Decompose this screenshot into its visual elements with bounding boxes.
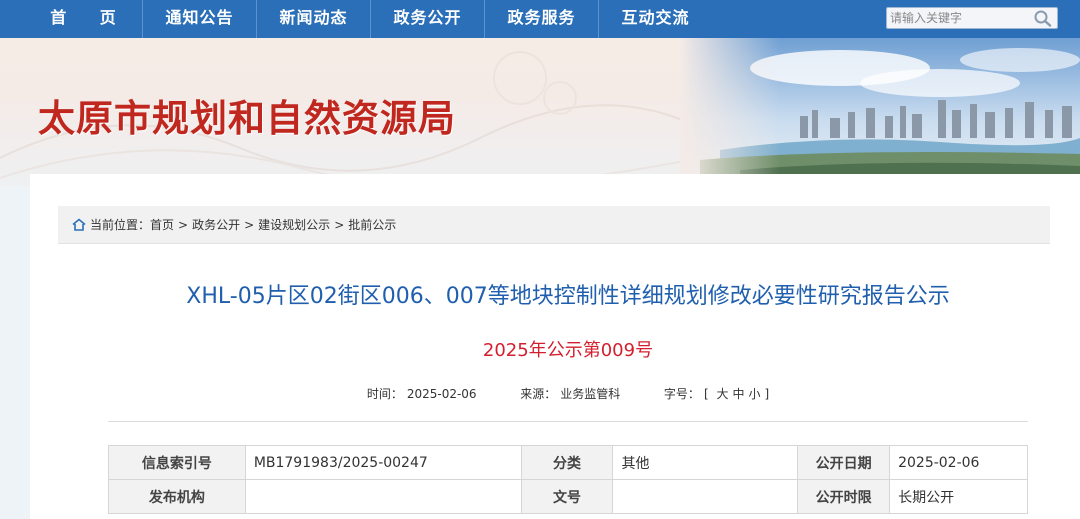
site-title: 太原市规划和自然资源局 — [38, 96, 456, 140]
breadcrumb-item-gov-affairs-open[interactable]: 政务公开 — [192, 206, 240, 244]
nav-item-home[interactable]: 首 页 — [28, 0, 142, 38]
site-banner: 太原市规划和自然资源局 — [0, 38, 1080, 186]
breadcrumb-separator: > — [178, 217, 189, 232]
table-cell-value: 2025-02-06 — [889, 445, 1028, 480]
table-cell-value — [244, 479, 522, 514]
nav-menu: 首 页 通知公告 新闻动态 政务公开 政务服务 互动交流 — [28, 0, 712, 38]
nav-item-gov-affairs-open[interactable]: 政务公开 — [370, 0, 484, 38]
publish-time: 2025-02-06 — [406, 387, 477, 401]
divider — [108, 421, 1028, 422]
breadcrumb-item-pre-approval[interactable]: 批前公示 — [348, 206, 396, 244]
info-table: 信息索引号 MB1791983/2025-00247 分类 其他 公开日期 20… — [108, 445, 1028, 514]
time-label: 时间： — [366, 387, 403, 401]
source-value: 业务监管科 — [560, 387, 621, 401]
breadcrumb-separator: > — [334, 217, 345, 232]
nav-item-interaction[interactable]: 互动交流 — [598, 0, 712, 38]
table-cell-value: 其他 — [612, 445, 799, 480]
table-cell-label: 分类 — [520, 445, 614, 480]
table-cell-value: MB1791983/2025-00247 — [244, 445, 522, 480]
search-box — [886, 7, 1058, 29]
document-number: 2025年公示第009号 — [482, 340, 654, 361]
table-cell-value: 长期公开 — [889, 479, 1028, 514]
table-cell-label: 发布机构 — [108, 479, 246, 514]
bracket-close: ] — [764, 387, 770, 401]
breadcrumb-item-home[interactable]: 首页 — [150, 206, 174, 244]
top-navigation-bar: 首 页 通知公告 新闻动态 政务公开 政务服务 互动交流 — [0, 0, 1080, 38]
search-input[interactable] — [887, 8, 1033, 28]
nav-item-notices[interactable]: 通知公告 — [142, 0, 256, 38]
table-cell-label: 公开时限 — [797, 479, 891, 514]
font-size-medium-button[interactable]: 中 — [732, 387, 744, 401]
breadcrumb-item-construction-planning[interactable]: 建设规划公示 — [258, 206, 330, 244]
bracket-open: [ — [703, 387, 709, 401]
nav-item-news[interactable]: 新闻动态 — [256, 0, 370, 38]
breadcrumb: 当前位置： 首页 > 政务公开 > 建设规划公示 > 批前公示 — [58, 206, 1050, 244]
breadcrumb-prefix: 当前位置： — [90, 217, 151, 232]
content-card: 当前位置： 首页 > 政务公开 > 建设规划公示 > 批前公示 XHL-05片区… — [30, 174, 1080, 519]
table-cell-label: 信息索引号 — [108, 445, 246, 480]
table-row: 发布机构 文号 公开时限 长期公开 — [108, 479, 1028, 514]
breadcrumb-separator: > — [244, 217, 255, 232]
table-cell-label: 文号 — [520, 479, 614, 514]
table-cell-label: 公开日期 — [797, 445, 891, 480]
article-title: XHL-05片区02街区006、007等地块控制性详细规划修改必要性研究报告公示 — [186, 284, 950, 309]
font-size-large-button[interactable]: 大 — [716, 387, 728, 401]
font-size-label: 字号： — [663, 387, 700, 401]
table-cell-value — [612, 479, 799, 514]
source-label: 来源： — [520, 387, 557, 401]
city-skyline-image — [680, 38, 1080, 186]
nav-item-gov-services[interactable]: 政务服务 — [484, 0, 598, 38]
font-size-small-button[interactable]: 小 — [748, 387, 760, 401]
home-icon — [72, 218, 86, 231]
table-row: 信息索引号 MB1791983/2025-00247 分类 其他 公开日期 20… — [108, 445, 1028, 480]
search-icon[interactable] — [1033, 9, 1053, 27]
article-meta: 时间： 2025-02-06 来源： 业务监管科 字号：[ 大中小] — [58, 385, 1078, 402]
